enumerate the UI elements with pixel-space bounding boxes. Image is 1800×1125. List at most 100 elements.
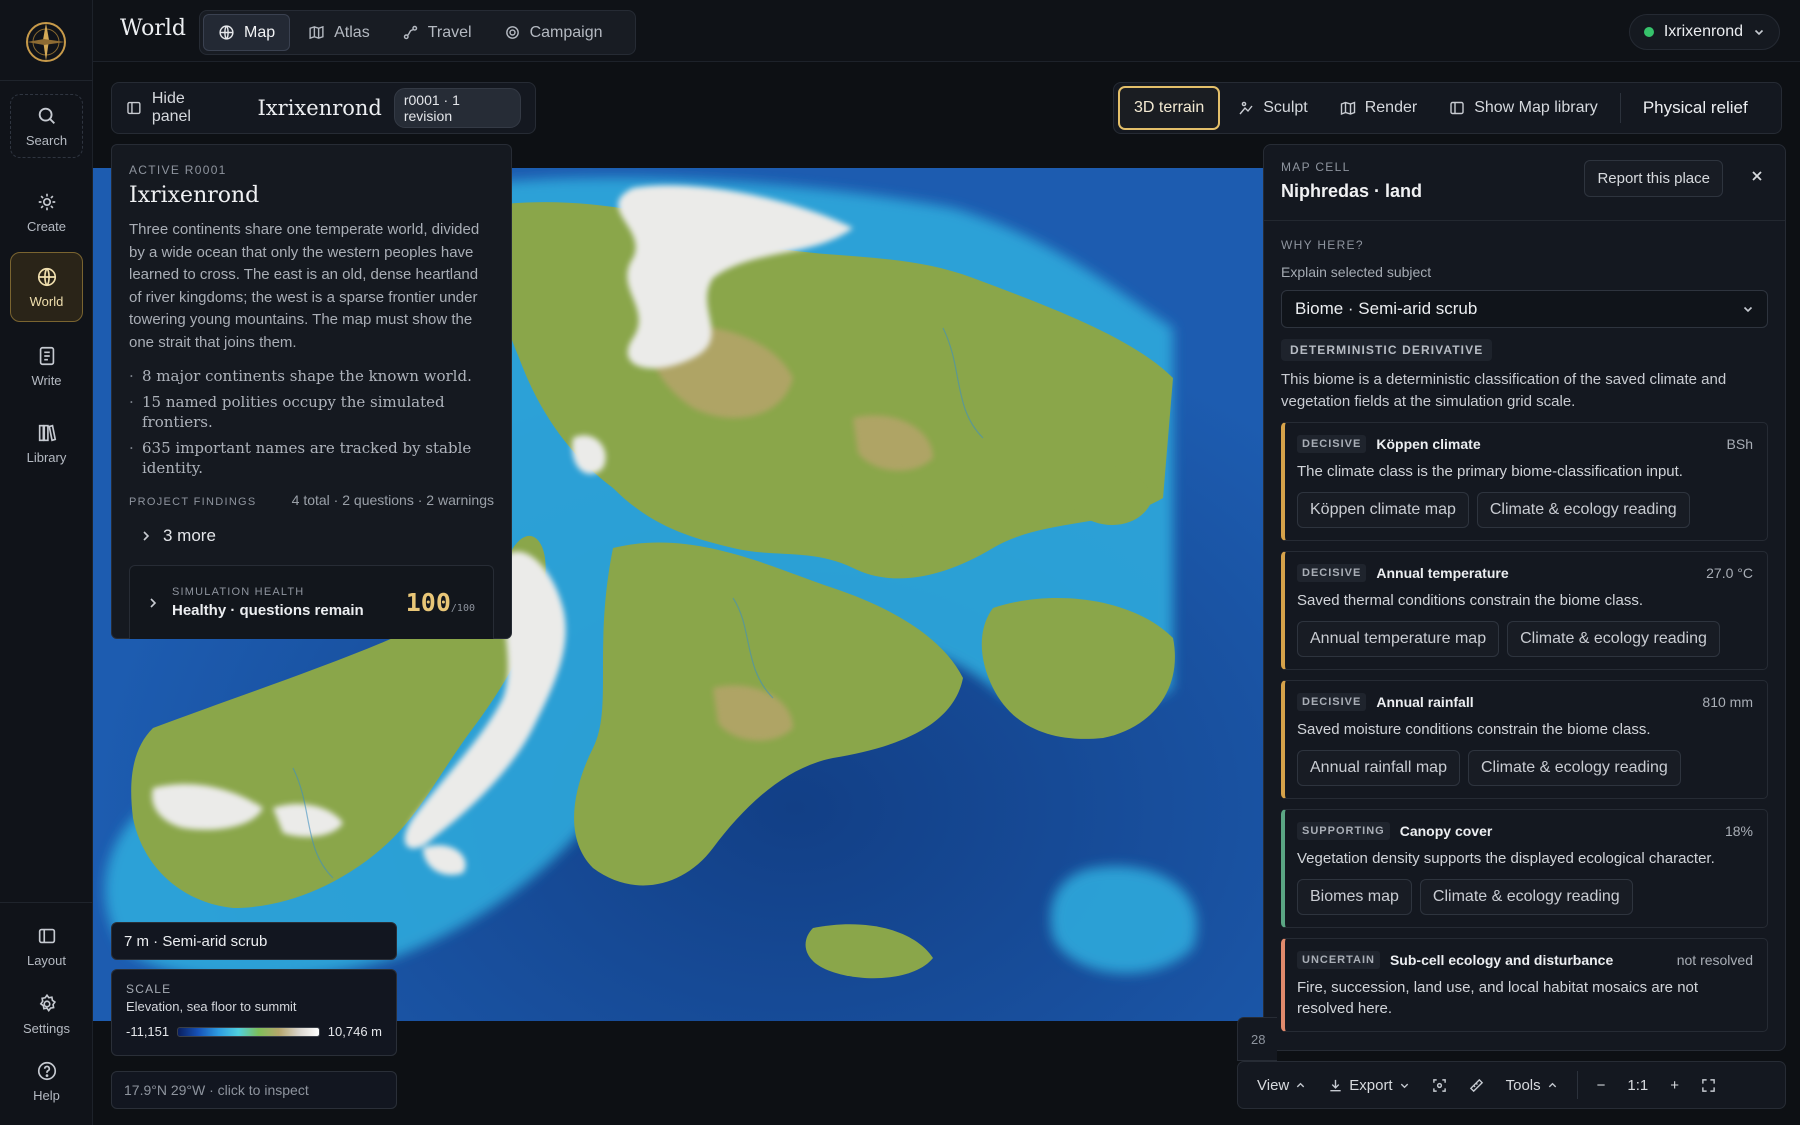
measure-button[interactable] [1460, 1067, 1493, 1103]
zoom-in-button[interactable]: + [1661, 1067, 1688, 1103]
scale-min: -11,151 [126, 1024, 170, 1039]
help-icon [37, 1061, 56, 1080]
factor-name: Köppen climate [1376, 436, 1481, 452]
findings-label: PROJECT FINDINGS [129, 496, 257, 508]
view-menu-button[interactable]: View [1248, 1067, 1315, 1103]
view-tabs: Map Atlas Travel Campaign [199, 10, 636, 55]
collapsed-card[interactable]: 28 [1237, 1017, 1277, 1061]
export-menu-button[interactable]: Export [1319, 1067, 1418, 1103]
report-place-button[interactable]: Report this place [1584, 160, 1723, 197]
chevron-down-icon [1743, 306, 1753, 313]
sidebar-item-help[interactable]: Help [10, 1049, 83, 1113]
factor-links: Biomes map Climate & ecology reading [1297, 879, 1753, 915]
gear-icon [39, 993, 56, 1012]
sidebar-item-layout[interactable]: Layout [10, 914, 83, 978]
tab-label: Atlas [334, 23, 370, 41]
fact-item: 8 major continents shape the known world… [129, 366, 494, 386]
health-score-value: 100 [405, 588, 451, 617]
sculpt-label: Sculpt [1263, 99, 1308, 116]
factor-link-button[interactable]: Climate & ecology reading [1467, 750, 1681, 786]
sidebar-item-write[interactable]: Write [10, 334, 83, 398]
sidebar-item-label: Write [31, 372, 62, 388]
factor-card: DECISIVE Annual temperature 27.0 °C Save… [1281, 551, 1768, 670]
factor-link-button[interactable]: Climate & ecology reading [1507, 621, 1720, 657]
sidebar-item-library[interactable]: Library [10, 411, 83, 475]
tools-menu-button[interactable]: Tools [1497, 1067, 1567, 1103]
factor-link-button[interactable]: Annual temperature map [1297, 621, 1500, 657]
project-bar: Hide panel Ixrixenrond r0001 · 1 revisio… [111, 82, 536, 134]
factor-card: DECISIVE Annual rainfall 810 mm Saved mo… [1281, 680, 1768, 799]
sidebar-item-label: Create [26, 218, 67, 234]
factor-name: Annual temperature [1376, 565, 1509, 581]
factor-header: DECISIVE Annual temperature 27.0 °C [1297, 564, 1753, 582]
tab-map[interactable]: Map [203, 14, 291, 51]
library-icon [38, 424, 56, 441]
show-more-findings-button[interactable]: 3 more [141, 526, 494, 546]
tab-campaign[interactable]: Campaign [490, 14, 617, 51]
factor-link-button[interactable]: Köppen climate map [1297, 492, 1469, 528]
factor-name: Sub-cell ecology and disturbance [1389, 952, 1614, 968]
screenshot-button[interactable] [1423, 1067, 1456, 1103]
tab-atlas[interactable]: Atlas [294, 14, 384, 51]
hide-panel-label: Hide panel [151, 90, 191, 125]
derivative-description: This biome is a deterministic classifica… [1281, 371, 1727, 410]
zoom-level[interactable]: 1:1 [1618, 1067, 1657, 1103]
sculpt-button[interactable]: Sculpt [1224, 86, 1321, 130]
panel-title: Ixrixenrond [129, 183, 260, 208]
bottom-toolbar: View Export Tools − 1:1 + [1237, 1061, 1786, 1109]
globe-icon [37, 267, 56, 286]
project-overview-panel: ACTIVE R0001 Ixrixenrond Three continent… [111, 144, 512, 639]
target-icon [505, 26, 519, 39]
terrain-3d-button[interactable]: 3D terrain [1118, 86, 1221, 130]
close-icon[interactable] [1749, 168, 1765, 184]
revision-badge[interactable]: r0001 · 1 revision [393, 88, 521, 128]
factor-value: BSh [1726, 436, 1753, 452]
compass-logo-icon[interactable] [24, 20, 68, 64]
project-description: Three continents share one temperate wor… [129, 221, 480, 351]
physical-relief-selector[interactable]: Physical relief [1629, 86, 1762, 130]
panel-eyebrow: ACTIVE R0001 [129, 163, 227, 177]
sidebar-item-world[interactable]: World [10, 252, 83, 322]
factor-description: Saved thermal conditions constrain the b… [1297, 592, 1644, 609]
user-menu[interactable]: Ixrixenrond [1628, 14, 1780, 50]
fullscreen-button[interactable] [1692, 1067, 1725, 1103]
map-toolbar: 3D terrain Sculpt Render Show Map librar… [1113, 82, 1782, 134]
factor-links: Köppen climate map Climate & ecology rea… [1297, 492, 1753, 528]
tab-travel[interactable]: Travel [388, 14, 486, 51]
screenshot-icon [1432, 1078, 1446, 1092]
factor-header: SUPPORTING Canopy cover 18% [1297, 822, 1753, 840]
map-cell-panel: MAP CELL Niphredas · land Report this pl… [1263, 144, 1786, 1051]
factor-name: Annual rainfall [1376, 694, 1474, 710]
factor-name: Canopy cover [1399, 823, 1493, 839]
zoom-out-button[interactable]: − [1588, 1067, 1615, 1103]
health-label: SIMULATION HEALTH [172, 586, 305, 598]
sidebar-toggle-icon [1450, 101, 1464, 115]
hide-panel-button[interactable]: Hide panel [126, 90, 228, 126]
factor-value: not resolved [1676, 952, 1753, 968]
sidebar-item-search[interactable]: Search [10, 94, 83, 158]
factor-link-button[interactable]: Annual rainfall map [1297, 750, 1460, 786]
render-button[interactable]: Render [1326, 86, 1431, 130]
subject-select[interactable]: Biome · Semi-arid scrub [1281, 290, 1768, 328]
show-map-library-button[interactable]: Show Map library [1435, 86, 1612, 130]
factor-link-button[interactable]: Climate & ecology reading [1476, 492, 1690, 528]
sidebar-divider [0, 902, 93, 903]
factor-tag: DECISIVE [1297, 435, 1367, 453]
sidebar-item-label: Settings [23, 1020, 70, 1036]
why-here-heading: WHY HERE? [1281, 238, 1364, 252]
simulation-health-card[interactable]: SIMULATION HEALTH Healthy · questions re… [129, 565, 494, 639]
factor-description: Saved moisture conditions constrain the … [1297, 721, 1651, 738]
status-dot [1643, 27, 1654, 37]
sidebar-item-create[interactable]: Create [10, 180, 83, 244]
search-icon [38, 107, 55, 124]
sculpt-icon [1239, 101, 1253, 115]
scale-row: -11,151 10,746 m [126, 1024, 382, 1039]
scale-title: SCALE [126, 982, 172, 996]
elevation-scale-legend: SCALE Elevation, sea floor to summit -11… [111, 969, 397, 1056]
factor-description: Fire, succession, land use, and local ha… [1297, 979, 1699, 1017]
map-icon [1340, 101, 1355, 116]
fact-item: 635 important names are tracked by stabl… [129, 438, 494, 478]
factor-link-button[interactable]: Biomes map [1297, 879, 1412, 915]
sidebar-item-settings[interactable]: Settings [10, 982, 83, 1046]
factor-link-button[interactable]: Climate & ecology reading [1419, 879, 1633, 915]
